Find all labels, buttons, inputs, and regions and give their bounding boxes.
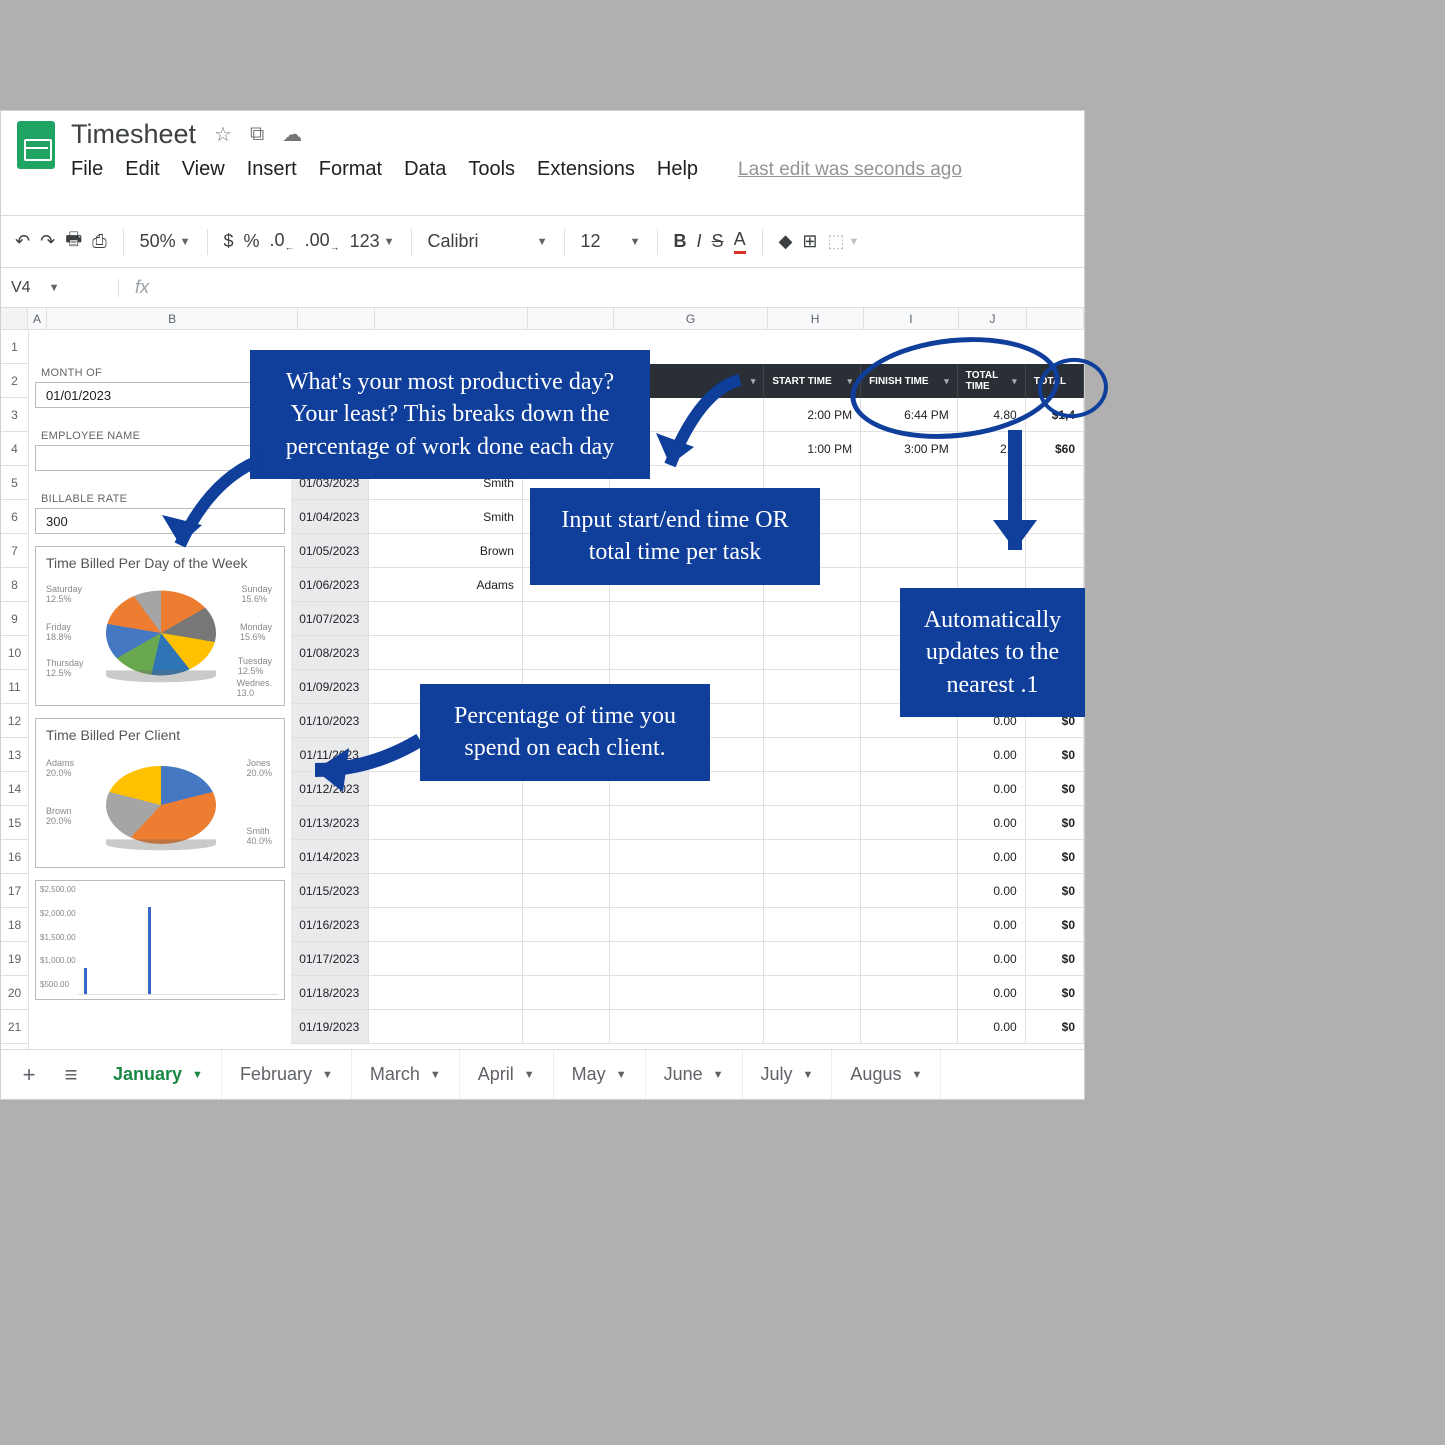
move-folder-icon[interactable]: ⧉ <box>250 123 264 146</box>
filter-icon[interactable]: ▾ <box>751 376 756 387</box>
table-row[interactable]: 01/13/20230.00$0 <box>291 806 1084 840</box>
y-axis-labels: $2,500.00 $2,000.00 $1,500.00 $1,000.00 … <box>40 885 76 989</box>
bar-chart-billing[interactable]: $2,500.00 $2,000.00 $1,500.00 $1,000.00 … <box>35 880 285 1000</box>
row-header[interactable]: 21 <box>1 1010 28 1044</box>
menu-insert[interactable]: Insert <box>247 158 297 181</box>
decrease-decimal-button[interactable]: .0← <box>270 230 295 254</box>
rate-input[interactable]: 300 <box>35 508 285 534</box>
row-header[interactable]: 18 <box>1 908 28 942</box>
annotation-auto-update: Automatically updates to the nearest .1 <box>900 588 1085 717</box>
cloud-icon[interactable]: ☁ <box>282 122 302 147</box>
strikethrough-button[interactable]: S <box>712 231 724 252</box>
bar <box>84 968 87 994</box>
doc-title[interactable]: Timesheet <box>71 119 196 150</box>
table-row[interactable]: 01/18/20230.00$0 <box>291 976 1084 1010</box>
row-header[interactable]: 1 <box>1 330 28 364</box>
bar <box>148 907 151 994</box>
table-row[interactable]: 01/16/20230.00$0 <box>291 908 1084 942</box>
table-row[interactable]: 01/14/20230.00$0 <box>291 840 1084 874</box>
print-icon[interactable]: 🖶 <box>65 227 82 257</box>
merge-dropdown[interactable]: ⬚▼ <box>828 231 860 252</box>
sheet-tab-january[interactable]: January▼ <box>95 1050 222 1099</box>
undo-icon[interactable]: ↶ <box>15 231 30 252</box>
last-edit-link[interactable]: Last edit was seconds ago <box>738 159 962 181</box>
formula-bar: V4▼ fx <box>1 268 1084 308</box>
sheet-tab-july[interactable]: July▼ <box>743 1050 833 1099</box>
header: Timesheet ☆ ⧉ ☁ File Edit View Insert Fo… <box>1 111 1084 216</box>
row-header[interactable]: 10 <box>1 636 28 670</box>
sheet-tab-march[interactable]: March▼ <box>352 1050 460 1099</box>
annotation-time-input: Input start/end time OR total time per t… <box>530 488 820 585</box>
menu-extensions[interactable]: Extensions <box>537 158 635 181</box>
table-row[interactable]: 01/17/20230.00$0 <box>291 942 1084 976</box>
row-header[interactable]: 8 <box>1 568 28 602</box>
currency-button[interactable]: $ <box>224 231 234 252</box>
row-header[interactable]: 20 <box>1 976 28 1010</box>
name-box[interactable]: V4▼ <box>1 279 119 297</box>
row-header[interactable]: 16 <box>1 840 28 874</box>
menu-bar: File Edit View Insert Format Data Tools … <box>71 158 1084 181</box>
toolbar: ↶ ↷ 🖶 ⎙ 50%▼ $ % .0← .00→ 123▼ Calibri▼ … <box>1 216 1084 268</box>
annotation-productive-day: What's your most productive day? Your le… <box>250 350 650 479</box>
menu-edit[interactable]: Edit <box>125 158 159 181</box>
sheets-logo[interactable] <box>1 111 71 215</box>
font-dropdown[interactable]: Calibri▼ <box>428 231 548 252</box>
employee-input[interactable] <box>35 445 285 471</box>
row-header[interactable]: 9 <box>1 602 28 636</box>
table-row[interactable]: 01/15/20230.00$0 <box>291 874 1084 908</box>
pie-icon <box>106 766 216 844</box>
pie-chart-clients[interactable]: Time Billed Per Client Jones20.0% Smith4… <box>35 718 285 868</box>
rate-label: BILLABLE RATE <box>41 493 291 505</box>
row-header[interactable]: 4 <box>1 432 28 466</box>
row-header[interactable]: 6 <box>1 500 28 534</box>
row-header[interactable]: 2 <box>1 364 28 398</box>
row-header[interactable]: 19 <box>1 942 28 976</box>
pie-icon <box>106 591 216 676</box>
fx-label: fx <box>119 277 165 298</box>
text-color-button[interactable]: A <box>734 229 746 254</box>
percent-button[interactable]: % <box>244 231 260 252</box>
sheet-tab-february[interactable]: February▼ <box>222 1050 352 1099</box>
filter-icon[interactable]: ▾ <box>848 376 853 387</box>
row-header[interactable]: 15 <box>1 806 28 840</box>
menu-format[interactable]: Format <box>319 158 382 181</box>
row-header[interactable]: 13 <box>1 738 28 772</box>
sheet-tab-augus[interactable]: Augus▼ <box>832 1050 941 1099</box>
sheet-tab-may[interactable]: May▼ <box>554 1050 646 1099</box>
menu-help[interactable]: Help <box>657 158 698 181</box>
pie-chart-days[interactable]: Time Billed Per Day of the Week Sunday15… <box>35 546 285 706</box>
column-headers[interactable]: A B G H I J <box>1 308 1084 330</box>
table-row[interactable]: 01/19/20230.00$0 <box>291 1010 1084 1044</box>
row-header[interactable]: 3 <box>1 398 28 432</box>
row-header[interactable]: 17 <box>1 874 28 908</box>
star-icon[interactable]: ☆ <box>214 122 232 147</box>
sheet-tab-april[interactable]: April▼ <box>460 1050 554 1099</box>
menu-data[interactable]: Data <box>404 158 446 181</box>
borders-button[interactable]: ⊞ <box>802 231 817 252</box>
all-sheets-button[interactable]: ≡ <box>53 1057 89 1093</box>
number-format-dropdown[interactable]: 123▼ <box>350 231 395 252</box>
sheet-tab-bar: + ≡ January▼February▼March▼April▼May▼Jun… <box>1 1049 1084 1099</box>
bold-button[interactable]: B <box>674 231 687 252</box>
add-sheet-button[interactable]: + <box>11 1057 47 1093</box>
menu-file[interactable]: File <box>71 158 103 181</box>
increase-decimal-button[interactable]: .00→ <box>305 230 340 254</box>
row-header[interactable]: 7 <box>1 534 28 568</box>
row-header[interactable]: 14 <box>1 772 28 806</box>
month-input[interactable]: 01/01/2023 <box>35 382 285 408</box>
font-size-dropdown[interactable]: 12▼ <box>581 231 641 252</box>
menu-view[interactable]: View <box>182 158 225 181</box>
row-header[interactable]: 12 <box>1 704 28 738</box>
row-header[interactable]: 11 <box>1 670 28 704</box>
redo-icon[interactable]: ↷ <box>40 231 55 252</box>
zoom-dropdown[interactable]: 50%▼ <box>140 231 191 252</box>
italic-button[interactable]: I <box>697 231 702 252</box>
row-header[interactable]: 5 <box>1 466 28 500</box>
row-headers[interactable]: 123456789101112131415161718192021 <box>1 330 29 1049</box>
paint-format-icon[interactable]: ⎙ <box>92 231 106 252</box>
menu-tools[interactable]: Tools <box>468 158 515 181</box>
fill-color-button[interactable]: ◆ <box>779 231 793 252</box>
sheet-tab-june[interactable]: June▼ <box>646 1050 743 1099</box>
annotation-client-percent: Percentage of time you spend on each cli… <box>420 684 710 781</box>
